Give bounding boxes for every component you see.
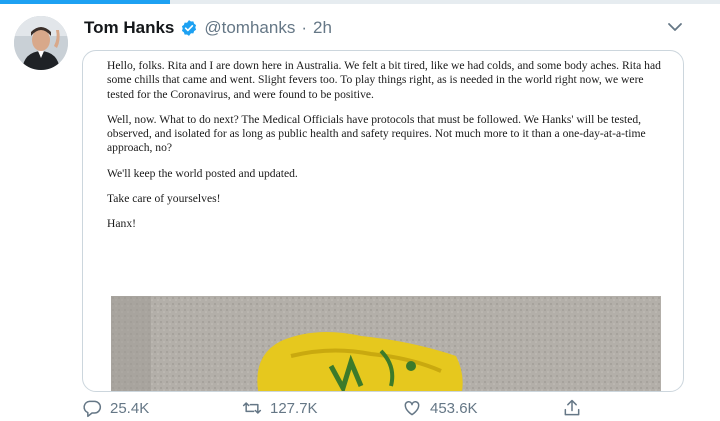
author-name[interactable]: Tom Hanks (84, 18, 174, 38)
chevron-down-icon[interactable] (664, 16, 686, 38)
note-paragraph: Hello, folks. Rita and I are down here i… (107, 59, 661, 101)
retweet-icon (242, 402, 262, 414)
share-button[interactable] (562, 398, 582, 418)
verified-badge-icon (180, 19, 198, 37)
loading-progress (0, 0, 170, 4)
separator-dot: · (301, 18, 308, 37)
statement-note: Hello, folks. Rita and I are down here i… (107, 59, 667, 243)
avatar-photo (14, 16, 68, 70)
retweet-count: 127.7K (270, 399, 318, 417)
retweet-button[interactable]: 127.7K (242, 398, 318, 418)
note-paragraph: Well, now. What to do next? The Medical … (107, 112, 646, 155)
note-paragraph: We'll keep the world posted and updated. (107, 166, 298, 180)
reply-button[interactable]: 25.4K (82, 398, 149, 418)
note-paragraph: Hanx! (107, 217, 136, 231)
reply-count: 25.4K (110, 399, 150, 417)
tweet-media-card[interactable]: Hello, folks. Rita and I are down here i… (82, 50, 684, 392)
tweet-actions: 25.4K 127.7K 453.6K (0, 398, 720, 421)
loading-bar (0, 0, 720, 4)
tweet-timestamp[interactable]: 2h (313, 18, 332, 38)
like-count: 453.6K (430, 399, 478, 417)
tweet-header: Tom Hanks @tomhanks · 2h (84, 17, 332, 39)
reply-icon (83, 400, 102, 418)
photo-image (111, 296, 661, 391)
like-button[interactable]: 453.6K (402, 398, 478, 418)
attached-photo[interactable] (111, 296, 661, 391)
share-icon (564, 399, 580, 416)
author-handle[interactable]: @tomhanks (204, 18, 295, 38)
note-paragraph: Take care of yourselves! (107, 192, 221, 206)
avatar[interactable] (14, 16, 68, 70)
heart-icon (404, 400, 420, 416)
